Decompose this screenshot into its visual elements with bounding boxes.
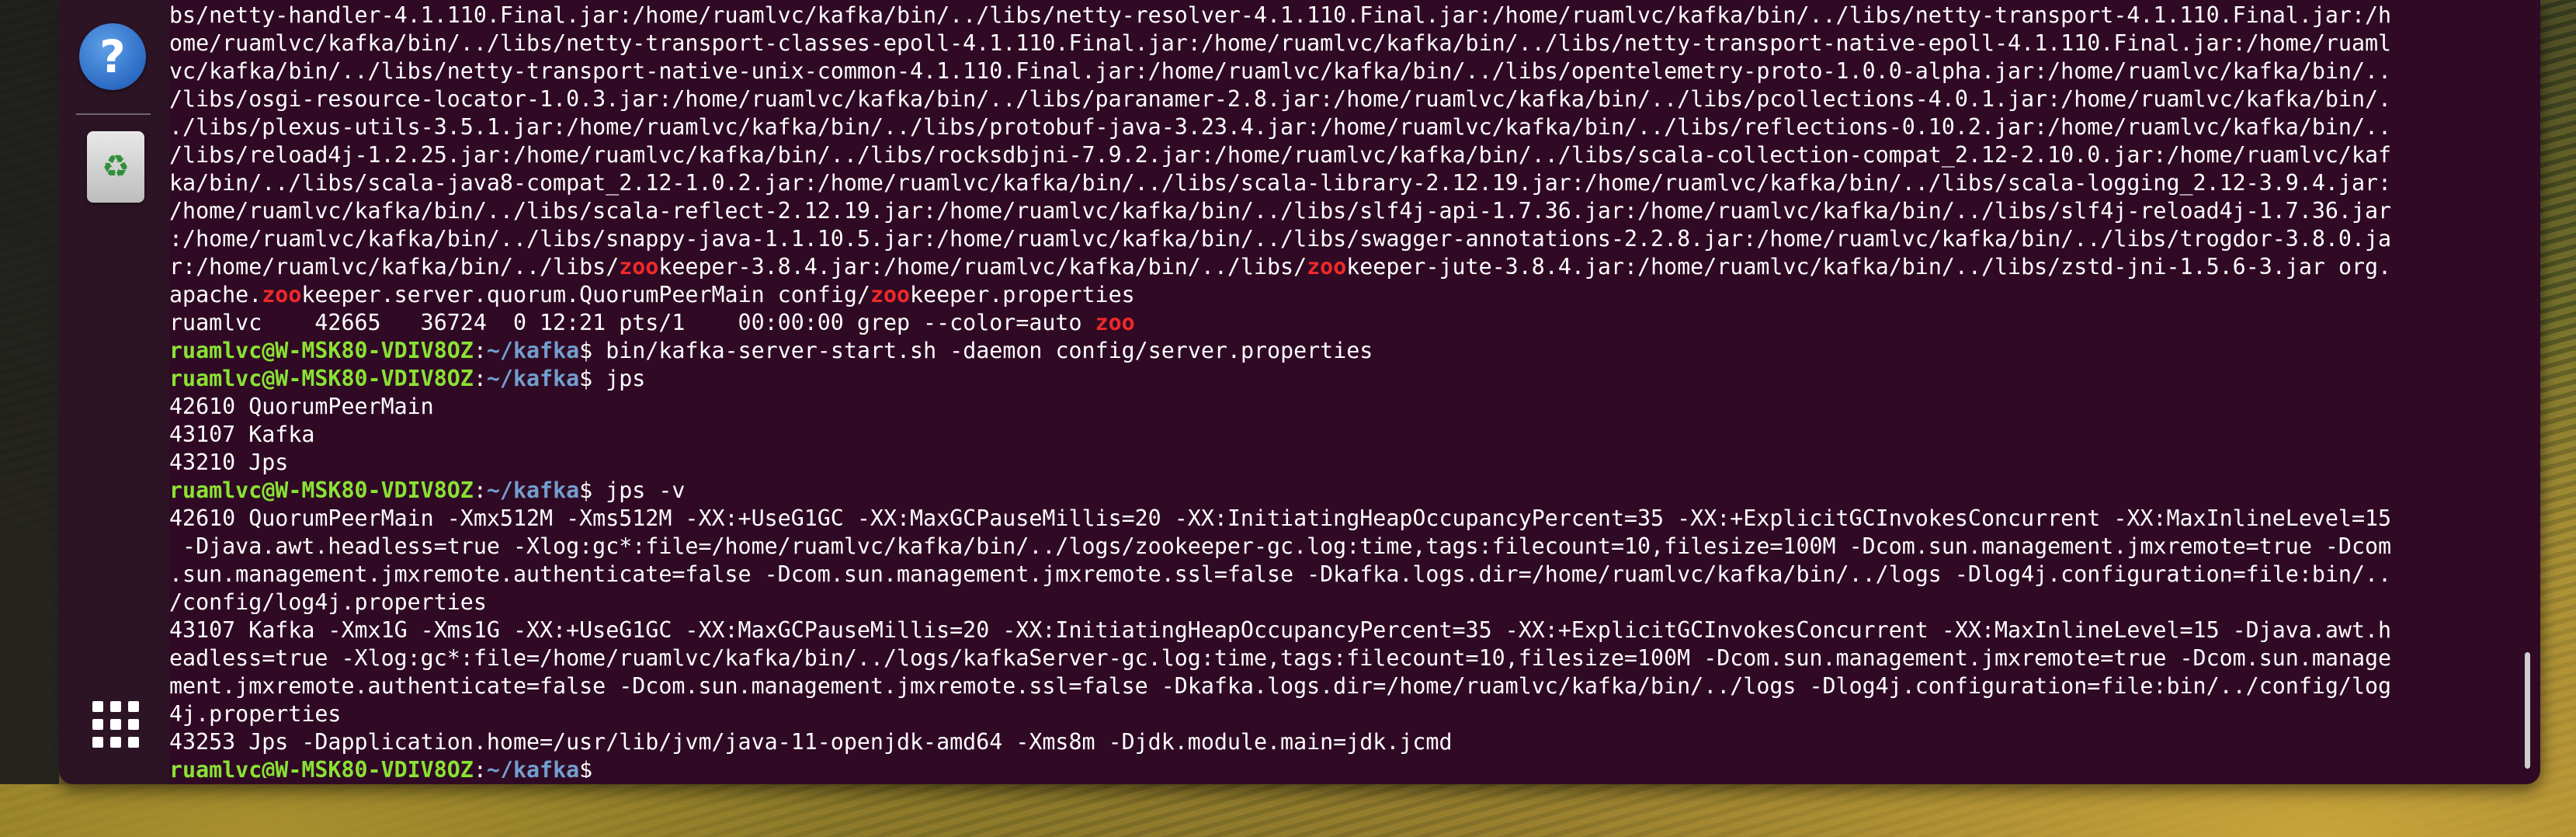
terminal-line: 43107 Kafka: [169, 421, 2576, 449]
terminal-text: .sun.management.jmxremote.authenticate=f…: [169, 561, 2392, 587]
terminal-line: ruamlvc@W-MSK80-VDIV8OZ:~/kafka$ jps -v: [169, 477, 2576, 505]
prompt-user-host: ruamlvc@W-MSK80-VDIV8OZ: [169, 338, 474, 363]
show-apps-button[interactable]: [81, 689, 151, 759]
terminal-text: $ jps: [579, 366, 646, 391]
terminal-line: 42610 QuorumPeerMain: [169, 393, 2576, 421]
terminal-line: /libs/osgi-resource-locator-1.0.3.jar:/h…: [169, 85, 2576, 113]
grep-match-text: zoo: [870, 282, 911, 307]
terminal-line: eadless=true -Xlog:gc*:file=/home/ruamlv…: [169, 644, 2576, 672]
terminal-line: bs/netty-handler-4.1.110.Final.jar:/home…: [169, 2, 2576, 30]
prompt-path: ~/kafka: [486, 757, 580, 778]
terminal-scrollbar-thumb[interactable]: [2525, 652, 2530, 769]
terminal-text: keeper-jute-3.8.4.jar:/home/ruamlvc/kafk…: [1346, 254, 2392, 280]
terminal-text: keeper.properties: [910, 282, 1135, 307]
terminal-text: /home/ruamlvc/kafka/bin/../libs/scala-re…: [169, 198, 2392, 224]
terminal-text: 42610 QuorumPeerMain: [169, 394, 434, 419]
terminal-text: -Djava.awt.headless=true -Xlog:gc*:file=…: [169, 533, 2392, 559]
terminal-line: -Djava.awt.headless=true -Xlog:gc*:file=…: [169, 533, 2576, 561]
grep-match-text: zoo: [1095, 310, 1135, 335]
terminal-text: 43107 Kafka: [169, 422, 315, 447]
dock-panel: [59, 0, 169, 784]
terminal-output[interactable]: bs/netty-handler-4.1.110.Final.jar:/home…: [169, 2, 2576, 778]
terminal-window[interactable]: bs/netty-handler-4.1.110.Final.jar:/home…: [59, 0, 2540, 784]
terminal-text: vc/kafka/bin/../libs/netty-transport-nat…: [169, 58, 2392, 84]
grep-match-text: zoo: [1307, 254, 1347, 280]
grep-match-text: zoo: [619, 254, 659, 280]
terminal-line: ./libs/plexus-utils-3.5.1.jar:/home/ruam…: [169, 113, 2576, 141]
terminal-text: ment.jmxremote.authenticate=false -Dcom.…: [169, 673, 2392, 699]
show-apps-icon: [92, 701, 139, 748]
terminal-text: ./libs/plexus-utils-3.5.1.jar:/home/ruam…: [169, 114, 2392, 140]
terminal-text: keeper-3.8.4.jar:/home/ruamlvc/kafka/bin…: [658, 254, 1307, 280]
help-button[interactable]: ?: [78, 22, 148, 92]
dock: [0, 0, 59, 784]
terminal-line: ruamlvc@W-MSK80-VDIV8OZ:~/kafka$ jps: [169, 365, 2576, 393]
terminal-text: :: [473, 366, 487, 391]
terminal-line: r:/home/ruamlvc/kafka/bin/../libs/zookee…: [169, 253, 2576, 281]
terminal-line: 43107 Kafka -Xmx1G -Xms1G -XX:+UseG1GC -…: [169, 616, 2576, 644]
terminal-line: ment.jmxremote.authenticate=false -Dcom.…: [169, 672, 2576, 700]
prompt-path: ~/kafka: [486, 366, 580, 391]
terminal-text: :: [473, 338, 487, 363]
terminal-text: apache.: [169, 282, 262, 307]
terminal-line: ruamlvc@W-MSK80-VDIV8OZ:~/kafka$: [169, 756, 2576, 778]
terminal-text: /config/log4j.properties: [169, 589, 487, 615]
terminal-text: :: [473, 757, 487, 778]
terminal-text: 4j.properties: [169, 701, 342, 727]
prompt-path: ~/kafka: [486, 478, 580, 503]
terminal-text: /libs/osgi-resource-locator-1.0.3.jar:/h…: [169, 86, 2392, 112]
trash-button[interactable]: ♻: [81, 131, 151, 203]
terminal-line: vc/kafka/bin/../libs/netty-transport-nat…: [169, 57, 2576, 85]
prompt-user-host: ruamlvc@W-MSK80-VDIV8OZ: [169, 757, 474, 778]
terminal-line: :/home/ruamlvc/kafka/bin/../libs/snappy-…: [169, 225, 2576, 253]
terminal-text: 42610 QuorumPeerMain -Xmx512M -Xms512M -…: [169, 505, 2392, 531]
dock-separator: [76, 113, 151, 115]
terminal-line: ka/bin/../libs/scala-java8-compat_2.12-1…: [169, 169, 2576, 197]
terminal-line: apache.zookeeper.server.quorum.QuorumPee…: [169, 281, 2576, 309]
terminal-line: 43253 Jps -Dapplication.home=/usr/lib/jv…: [169, 728, 2576, 756]
terminal-text: $ jps -v: [579, 478, 686, 503]
grep-match-text: zoo: [262, 282, 302, 307]
help-icon: ?: [79, 23, 146, 90]
trash-icon: ♻: [87, 131, 144, 203]
prompt-path: ~/kafka: [486, 338, 580, 363]
terminal-text: eadless=true -Xlog:gc*:file=/home/ruamlv…: [169, 645, 2392, 671]
terminal-text: r:/home/ruamlvc/kafka/bin/../libs/: [169, 254, 620, 280]
terminal-text: /libs/reload4j-1.2.25.jar:/home/ruamlvc/…: [169, 142, 2392, 168]
terminal-text: $: [579, 757, 606, 778]
terminal-text: 43210 Jps: [169, 450, 289, 475]
prompt-user-host: ruamlvc@W-MSK80-VDIV8OZ: [169, 366, 474, 391]
prompt-user-host: ruamlvc@W-MSK80-VDIV8OZ: [169, 478, 474, 503]
terminal-line: ome/ruamlvc/kafka/bin/../libs/netty-tran…: [169, 30, 2576, 57]
terminal-text: 43253 Jps -Dapplication.home=/usr/lib/jv…: [169, 729, 1453, 755]
terminal-text: :/home/ruamlvc/kafka/bin/../libs/snappy-…: [169, 226, 2392, 252]
terminal-text: $ bin/kafka-server-start.sh -daemon conf…: [579, 338, 1373, 363]
terminal-line: /home/ruamlvc/kafka/bin/../libs/scala-re…: [169, 197, 2576, 225]
terminal-line: /config/log4j.properties: [169, 589, 2576, 616]
terminal-text: 43107 Kafka -Xmx1G -Xms1G -XX:+UseG1GC -…: [169, 617, 2392, 643]
terminal-line: 42610 QuorumPeerMain -Xmx512M -Xms512M -…: [169, 505, 2576, 533]
terminal-line: ruamlvc 42665 36724 0 12:21 pts/1 00:00:…: [169, 309, 2576, 337]
terminal-text: ruamlvc 42665 36724 0 12:21 pts/1 00:00:…: [169, 310, 1095, 335]
terminal-text: ka/bin/../libs/scala-java8-compat_2.12-1…: [169, 170, 2392, 196]
terminal-text: ome/ruamlvc/kafka/bin/../libs/netty-tran…: [169, 30, 2392, 56]
terminal-line: ruamlvc@W-MSK80-VDIV8OZ:~/kafka$ bin/kaf…: [169, 337, 2576, 365]
terminal-scrollbar[interactable]: [2523, 16, 2533, 776]
terminal-line: 4j.properties: [169, 700, 2576, 728]
terminal-line: .sun.management.jmxremote.authenticate=f…: [169, 561, 2576, 589]
terminal-line: /libs/reload4j-1.2.25.jar:/home/ruamlvc/…: [169, 141, 2576, 169]
terminal-text: keeper.server.quorum.QuorumPeerMain conf…: [301, 282, 870, 307]
terminal-text: bs/netty-handler-4.1.110.Final.jar:/home…: [169, 2, 2392, 28]
terminal-text: :: [473, 478, 487, 503]
terminal-line: 43210 Jps: [169, 449, 2576, 477]
